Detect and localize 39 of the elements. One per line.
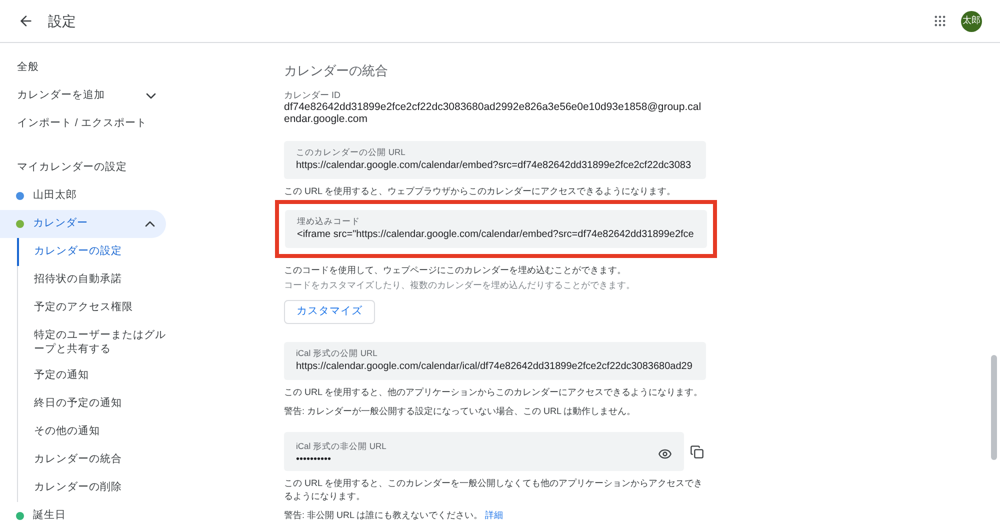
help-text: 警告: 非公開 URL は誰にも教えないでください。 詳細 [284, 509, 504, 522]
settings-nav-item[interactable]: カレンダーの削除 [17, 474, 167, 502]
help-text: コードをカスタマイズしたり、複数のカレンダーを埋め込んだりすることができます。 [284, 279, 636, 292]
apps-icon[interactable] [933, 14, 947, 28]
calendar-id: df74e82642dd31899e2fce2cf22dc3083680ad2992e826a3e56e0e10d93e1858@group.calendar.google.com [284, 101, 702, 125]
customize-button[interactable]: カスタマイズ [284, 300, 375, 324]
section-heading: カレンダーの統合 [284, 63, 389, 79]
details-link[interactable]: 詳細 [485, 510, 504, 520]
settings-nav-item[interactable]: 特定のユーザーまたはグループと共有する [17, 322, 167, 362]
field-label: カレンダー ID [284, 89, 342, 101]
eye-icon[interactable] [658, 447, 672, 461]
page-title: 設定 [48, 12, 76, 30]
calendar-item[interactable]: 誕生日 [0, 502, 166, 522]
help-text: このコードを使用して、ウェブページにこのカレンダーを埋め込むことができます。 [284, 264, 627, 277]
sidebar-item[interactable]: 全般 [0, 54, 255, 82]
help-text: 警告: カレンダーが一般公開する設定になっていない場合、この URL は動作しません。 [284, 405, 637, 418]
settings-nav-item[interactable]: 予定のアクセス権限 [17, 294, 167, 322]
help-text: この URL を使用すると、他のアプリケーションからこのカレンダーにアクセスできるようになります。 [284, 386, 704, 399]
calendar-item[interactable]: 山田太郎 [0, 182, 166, 210]
settings-nav-item[interactable]: 予定の通知 [17, 362, 167, 390]
url-field[interactable]: このカレンダーの公開 URL https://calendar.google.com/calendar/embed?src=df74e82642dd31899e2fce2cf22dc3083 [284, 141, 706, 179]
url-field[interactable]: iCal 形式の非公開 URL •••••••••• [284, 432, 684, 471]
settings-nav-item[interactable]: 招待状の自動承諾 [17, 266, 167, 294]
back-icon[interactable] [18, 13, 34, 29]
avatar[interactable]: 太郎 [961, 10, 982, 32]
url-field[interactable]: 埋め込みコード <iframe src="https://calendar.google.com/calendar/embed?src=df74e82642dd31899e2fce [285, 210, 707, 248]
settings-nav-item[interactable]: カレンダーの統合 [17, 446, 167, 474]
help-text: この URL を使用すると、このカレンダーを一般公開しなくても他のアプリケーションからアクセスできるようになります。 [284, 477, 704, 503]
calendar-item[interactable]: カレンダー [0, 210, 166, 238]
sidebar-item[interactable]: カレンダーを追加 [0, 82, 255, 110]
sidebar-item[interactable]: インポート / エクスポート [0, 110, 255, 138]
settings-nav-item[interactable]: その他の通知 [17, 418, 167, 446]
url-field[interactable]: iCal 形式の公開 URL https://calendar.google.com/calendar/ical/df74e82642dd31899e2fce2cf22dc3083680ad29 [284, 342, 706, 380]
copy-icon[interactable] [690, 444, 704, 458]
settings-nav-item[interactable]: カレンダーの設定 [17, 238, 167, 266]
settings-nav-item[interactable]: 終日の予定の通知 [17, 390, 167, 418]
scrollbar[interactable] [991, 355, 997, 460]
section-title: マイカレンダーの設定 [16, 160, 128, 176]
help-text: この URL を使用すると、ウェブブラウザからこのカレンダーにアクセスできるようになります。 [284, 185, 677, 198]
